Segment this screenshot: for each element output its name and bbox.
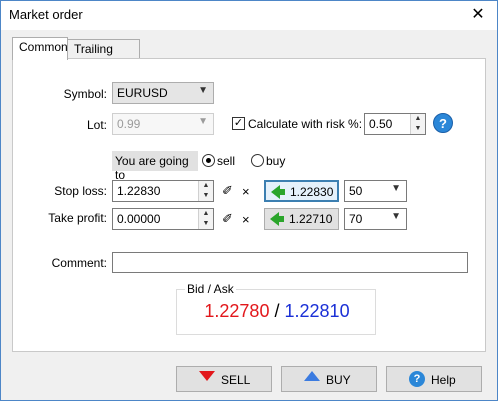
spin-up-icon[interactable]: ▲ xyxy=(411,114,425,124)
arrow-up-icon xyxy=(304,371,320,381)
chevron-down-icon: ▼ xyxy=(198,116,208,127)
chevron-down-icon: ▼ xyxy=(198,85,208,96)
lot-label: Lot: xyxy=(86,118,107,132)
sell-button-label: SELL xyxy=(221,373,251,387)
stop-loss-value: 1.22830 xyxy=(117,184,161,198)
pipette-icon[interactable]: ✐ xyxy=(222,211,233,227)
take-profit-price-button[interactable]: 1.22710 xyxy=(264,208,339,230)
chevron-down-icon: ▼ xyxy=(391,183,401,194)
bid-ask-display: 1.22780 / 1.22810 xyxy=(177,301,377,322)
lot-select: 0.99 ▼ xyxy=(112,113,214,135)
sell-button[interactable]: SELL xyxy=(176,366,272,392)
spin-down-icon[interactable]: ▼ xyxy=(199,219,213,229)
lot-value: 0.99 xyxy=(117,117,141,131)
risk-percent-spinner[interactable]: 0.50 ▲ ▼ xyxy=(364,113,426,135)
take-profit-price-value: 1.22710 xyxy=(289,212,333,226)
stop-loss-label: Stop loss: xyxy=(54,184,107,198)
help-icon: ? xyxy=(409,371,425,387)
spinner-buttons[interactable]: ▲ ▼ xyxy=(410,114,425,134)
tab-common[interactable]: Common xyxy=(12,37,68,60)
clear-x-icon[interactable]: × xyxy=(242,184,250,199)
take-profit-value: 0.00000 xyxy=(117,212,161,226)
bid-ask-caption: Bid / Ask xyxy=(185,282,236,296)
buy-radio[interactable] xyxy=(251,154,264,167)
help-button[interactable]: ? Help xyxy=(386,366,482,392)
symbol-label: Symbol: xyxy=(63,87,107,101)
bid-price: 1.22780 xyxy=(204,301,270,321)
going-to-box: You are going to xyxy=(112,151,198,182)
market-order-window: Market order ✕ Common Trailing stop Symb… xyxy=(0,0,498,401)
spin-down-icon[interactable]: ▼ xyxy=(199,191,213,201)
symbol-select[interactable]: EURUSD ▼ xyxy=(112,82,214,104)
stop-loss-price-value: 1.22830 xyxy=(290,185,334,199)
close-icon[interactable]: ✕ xyxy=(465,3,491,27)
spin-up-icon[interactable]: ▲ xyxy=(199,209,213,219)
bid-ask-group: Bid / Ask 1.22780 / 1.22810 xyxy=(176,282,377,335)
spin-up-icon[interactable]: ▲ xyxy=(199,181,213,191)
stop-loss-price-button[interactable]: 1.22830 xyxy=(264,180,339,202)
arrow-left-icon xyxy=(271,185,285,199)
comment-input[interactable] xyxy=(112,252,468,273)
symbol-value: EURUSD xyxy=(117,86,168,100)
risk-checkbox[interactable]: ✓ xyxy=(232,117,245,130)
clear-x-icon[interactable]: × xyxy=(242,212,250,227)
buy-button[interactable]: BUY xyxy=(281,366,377,392)
bid-ask-separator: / xyxy=(274,301,280,321)
sell-radio[interactable] xyxy=(202,154,215,167)
window-title: Market order xyxy=(9,7,83,22)
help-icon[interactable]: ? xyxy=(433,113,453,133)
take-profit-spinner[interactable]: 0.00000 ▲ ▼ xyxy=(112,208,214,230)
buy-button-label: BUY xyxy=(326,373,351,387)
pipette-icon[interactable]: ✐ xyxy=(222,183,233,199)
spinner-buttons[interactable]: ▲ ▼ xyxy=(198,181,213,201)
stop-loss-spinner[interactable]: 1.22830 ▲ ▼ xyxy=(112,180,214,202)
risk-percent-value: 0.50 xyxy=(369,117,393,131)
help-button-label: Help xyxy=(431,373,456,387)
spinner-buttons[interactable]: ▲ ▼ xyxy=(198,209,213,229)
ask-price: 1.22810 xyxy=(284,301,350,321)
sell-radio-label: sell xyxy=(217,154,236,168)
tab-trailing-stop[interactable]: Trailing stop xyxy=(67,39,140,74)
comment-label: Comment: xyxy=(51,256,107,270)
chevron-down-icon: ▼ xyxy=(391,211,401,222)
take-profit-points-select[interactable]: 70 ▼ xyxy=(344,208,407,230)
spin-down-icon[interactable]: ▼ xyxy=(411,124,425,134)
tab-common-label: Common xyxy=(19,40,68,54)
risk-checkbox-label: Calculate with risk %: xyxy=(248,117,363,131)
arrow-left-icon xyxy=(270,212,284,226)
buy-radio-label: buy xyxy=(266,154,286,168)
stop-loss-points-select[interactable]: 50 ▼ xyxy=(344,180,407,202)
arrow-down-icon xyxy=(199,371,215,381)
take-profit-points-value: 70 xyxy=(349,212,363,226)
take-profit-label: Take profit: xyxy=(48,211,107,225)
title-bar: Market order ✕ xyxy=(1,1,497,30)
stop-loss-points-value: 50 xyxy=(349,184,363,198)
